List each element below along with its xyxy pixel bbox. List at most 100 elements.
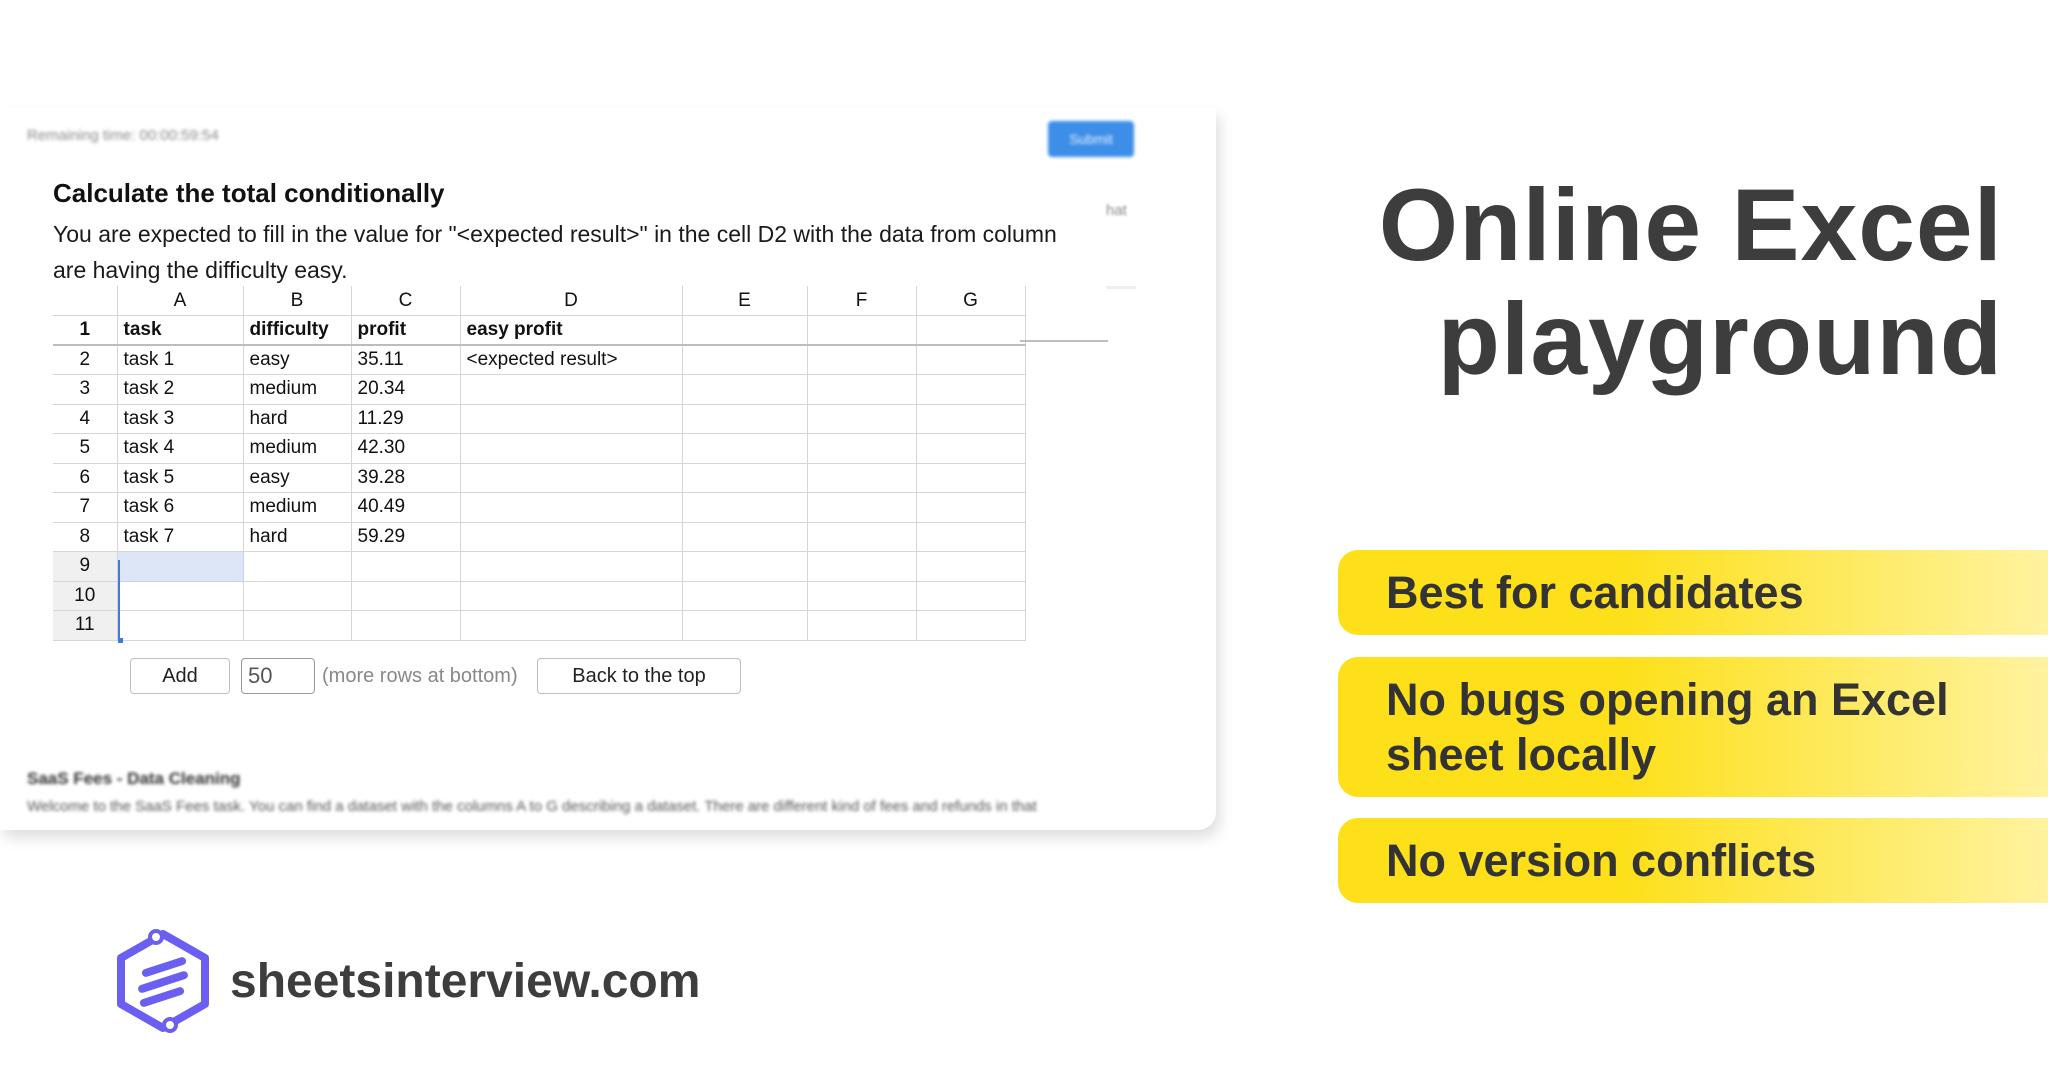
cell-g3[interactable] <box>915 374 1026 405</box>
cell-c9[interactable] <box>350 551 461 582</box>
cell-g8[interactable] <box>915 521 1026 552</box>
cell-e1[interactable] <box>681 315 808 346</box>
row-number[interactable]: 5 <box>53 433 118 464</box>
cell-g11[interactable] <box>915 610 1026 641</box>
cell-f5[interactable] <box>806 433 917 464</box>
cell-g5[interactable] <box>915 433 1026 464</box>
cell-d6[interactable] <box>459 462 683 493</box>
cell-b6[interactable]: easy <box>242 462 352 493</box>
cell-f11[interactable] <box>806 610 917 641</box>
fill-handle[interactable] <box>118 638 123 643</box>
cell-c3[interactable]: 20.34 <box>350 374 461 405</box>
cell-e3[interactable] <box>681 374 808 405</box>
cell-a2[interactable]: task 1 <box>116 344 244 375</box>
cell-d4[interactable] <box>459 403 683 434</box>
row-number[interactable]: 7 <box>53 492 118 523</box>
cell-e9[interactable] <box>681 551 808 582</box>
cell-a1[interactable]: task <box>116 315 244 346</box>
column-header-b[interactable]: B <box>242 286 352 316</box>
cell-f9[interactable] <box>806 551 917 582</box>
cell-a5[interactable]: task 4 <box>116 433 244 464</box>
cell-a4[interactable]: task 3 <box>116 403 244 434</box>
cell-b7[interactable]: medium <box>242 492 352 523</box>
cell-e8[interactable] <box>681 521 808 552</box>
cell-f2[interactable] <box>806 344 917 375</box>
cell-f1[interactable] <box>806 315 917 346</box>
column-header-c[interactable]: C <box>350 286 461 316</box>
cell-d7[interactable] <box>459 492 683 523</box>
spreadsheet-grid[interactable]: ABCDEFG 1 task difficulty profit easy profit… <box>53 286 1026 641</box>
cell-c8[interactable]: 59.29 <box>350 521 461 552</box>
submit-button[interactable]: Submit <box>1048 121 1134 157</box>
cell-f4[interactable] <box>806 403 917 434</box>
cell-d8[interactable] <box>459 521 683 552</box>
cell-g6[interactable] <box>915 462 1026 493</box>
cell-e5[interactable] <box>681 433 808 464</box>
cell-d2[interactable]: <expected result> <box>459 344 683 375</box>
cell-f10[interactable] <box>806 580 917 611</box>
cell-e7[interactable] <box>681 492 808 523</box>
row-number[interactable]: 2 <box>53 344 118 375</box>
cell-g2[interactable] <box>915 344 1026 375</box>
cell-a6[interactable]: task 5 <box>116 462 244 493</box>
row-number[interactable]: 4 <box>53 403 118 434</box>
cell-c10[interactable] <box>350 580 461 611</box>
cell-b4[interactable]: hard <box>242 403 352 434</box>
row-number[interactable]: 11 <box>53 610 118 641</box>
cell-a10[interactable] <box>116 580 244 611</box>
cell-e11[interactable] <box>681 610 808 641</box>
cell-b3[interactable]: medium <box>242 374 352 405</box>
cell-g4[interactable] <box>915 403 1026 434</box>
cell-d9[interactable] <box>459 551 683 582</box>
cell-f7[interactable] <box>806 492 917 523</box>
cell-b11[interactable] <box>242 610 352 641</box>
cell-a7[interactable]: task 6 <box>116 492 244 523</box>
cell-d11[interactable] <box>459 610 683 641</box>
row-number[interactable]: 8 <box>53 521 118 552</box>
cell-f3[interactable] <box>806 374 917 405</box>
cell-c5[interactable]: 42.30 <box>350 433 461 464</box>
column-header-f[interactable]: F <box>806 286 917 316</box>
cell-a8[interactable]: task 7 <box>116 521 244 552</box>
cell-d1[interactable]: easy profit <box>459 315 683 346</box>
cell-c2[interactable]: 35.11 <box>350 344 461 375</box>
cell-b1[interactable]: difficulty <box>242 315 352 346</box>
back-to-top-button[interactable]: Back to the top <box>537 658 741 694</box>
cell-c1[interactable]: profit <box>350 315 461 346</box>
cell-a9[interactable] <box>116 551 244 582</box>
cell-b8[interactable]: hard <box>242 521 352 552</box>
cell-g9[interactable] <box>915 551 1026 582</box>
row-number[interactable]: 9 <box>53 551 118 582</box>
cell-e6[interactable] <box>681 462 808 493</box>
column-header-e[interactable]: E <box>681 286 808 316</box>
cell-b9[interactable] <box>242 551 352 582</box>
cell-f8[interactable] <box>806 521 917 552</box>
cell-d3[interactable] <box>459 374 683 405</box>
cell-d5[interactable] <box>459 433 683 464</box>
cell-g1[interactable] <box>915 315 1026 346</box>
row-number[interactable]: 6 <box>53 462 118 493</box>
cell-c4[interactable]: 11.29 <box>350 403 461 434</box>
cell-a3[interactable]: task 2 <box>116 374 244 405</box>
cell-b5[interactable]: medium <box>242 433 352 464</box>
cell-e4[interactable] <box>681 403 808 434</box>
cell-c6[interactable]: 39.28 <box>350 462 461 493</box>
cell-a11[interactable] <box>116 610 244 641</box>
cell-f6[interactable] <box>806 462 917 493</box>
column-header-g[interactable]: G <box>915 286 1026 316</box>
row-number[interactable]: 3 <box>53 374 118 405</box>
cell-g7[interactable] <box>915 492 1026 523</box>
add-rows-button[interactable]: Add <box>130 658 230 694</box>
column-header-a[interactable]: A <box>116 286 244 316</box>
rows-count-input[interactable] <box>241 658 315 694</box>
cell-d10[interactable] <box>459 580 683 611</box>
cell-b2[interactable]: easy <box>242 344 352 375</box>
cell-e10[interactable] <box>681 580 808 611</box>
cell-e2[interactable] <box>681 344 808 375</box>
cell-b10[interactable] <box>242 580 352 611</box>
column-header-d[interactable]: D <box>459 286 683 316</box>
row-number[interactable]: 1 <box>53 315 118 346</box>
cell-c11[interactable] <box>350 610 461 641</box>
cell-c7[interactable]: 40.49 <box>350 492 461 523</box>
row-number[interactable]: 10 <box>53 580 118 611</box>
